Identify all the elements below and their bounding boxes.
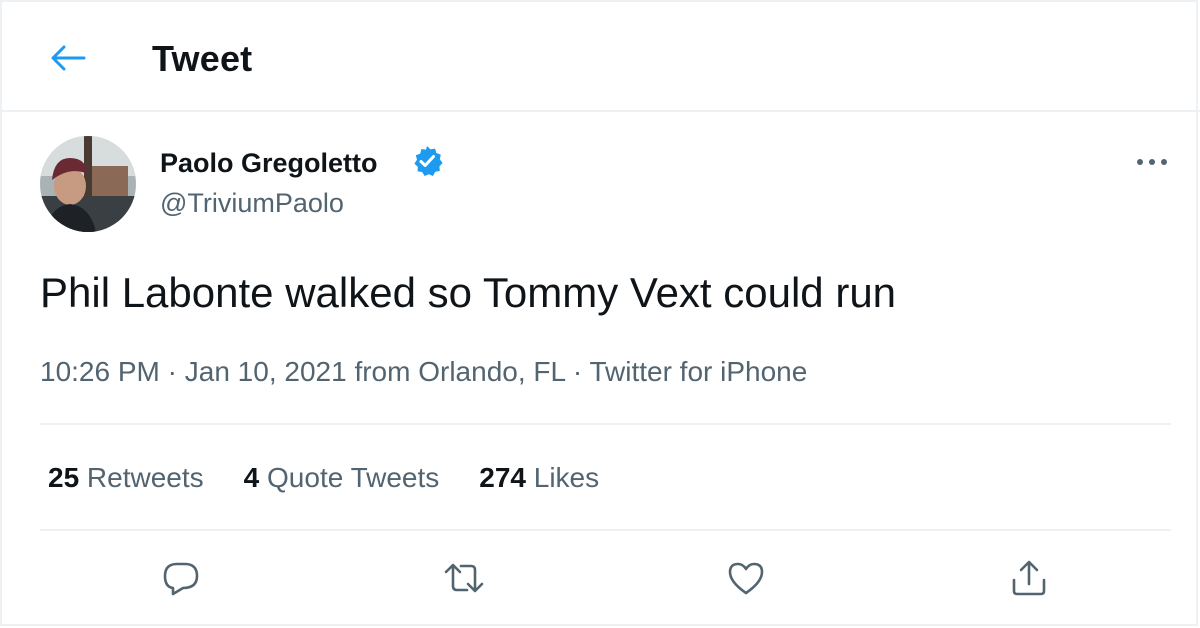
divider bbox=[40, 423, 1171, 425]
quotes-label: Quote Tweets bbox=[259, 462, 440, 493]
meta-separator: · bbox=[565, 356, 590, 387]
tweet-stats: 25 Retweets 4 Quote Tweets 274 Likes bbox=[48, 462, 639, 494]
tweet-date-location[interactable]: Jan 10, 2021 from Orlando, FL bbox=[185, 356, 565, 387]
heart-icon bbox=[726, 558, 766, 603]
tweet-text: Phil Labonte walked so Tommy Vext could … bbox=[40, 269, 897, 316]
meta-separator: · bbox=[159, 356, 185, 387]
share-button[interactable] bbox=[1007, 558, 1051, 602]
retweets-stat[interactable]: 25 Retweets bbox=[48, 462, 204, 494]
likes-label: Likes bbox=[525, 462, 600, 493]
arrow-left-icon bbox=[50, 44, 86, 77]
retweet-icon bbox=[442, 558, 486, 603]
tweet-metadata: 10:26 PM · Jan 10, 2021 from Orlando, FL… bbox=[40, 356, 807, 388]
share-icon bbox=[1009, 558, 1049, 603]
back-button[interactable] bbox=[46, 40, 90, 80]
more-options-button[interactable] bbox=[1132, 150, 1172, 174]
likes-stat[interactable]: 274 Likes bbox=[479, 462, 599, 494]
quotes-count: 4 bbox=[243, 462, 260, 493]
tweet-source[interactable]: Twitter for iPhone bbox=[589, 356, 807, 387]
retweet-button[interactable] bbox=[442, 558, 486, 602]
author-handle[interactable]: @TriviumPaolo bbox=[160, 188, 344, 219]
author-name[interactable]: Paolo Gregoletto bbox=[160, 148, 378, 179]
tweet-page: Tweet Paolo Gregoletto @TriviumPaolo Phi… bbox=[0, 0, 1200, 626]
retweets-label: Retweets bbox=[79, 462, 204, 493]
quote-tweets-stat[interactable]: 4 Quote Tweets bbox=[244, 462, 440, 494]
page-title: Tweet bbox=[152, 38, 253, 79]
reply-icon bbox=[161, 558, 201, 603]
like-button[interactable] bbox=[724, 558, 768, 602]
more-horizontal-icon bbox=[1132, 159, 1172, 178]
page-header: Tweet bbox=[2, 2, 1200, 112]
divider bbox=[40, 529, 1171, 531]
likes-count: 274 bbox=[479, 462, 526, 493]
verified-badge-icon bbox=[411, 145, 443, 177]
tweet-time[interactable]: 10:26 PM bbox=[40, 356, 160, 387]
reply-button[interactable] bbox=[159, 558, 203, 602]
retweets-count: 25 bbox=[48, 462, 80, 493]
avatar[interactable] bbox=[40, 136, 136, 232]
